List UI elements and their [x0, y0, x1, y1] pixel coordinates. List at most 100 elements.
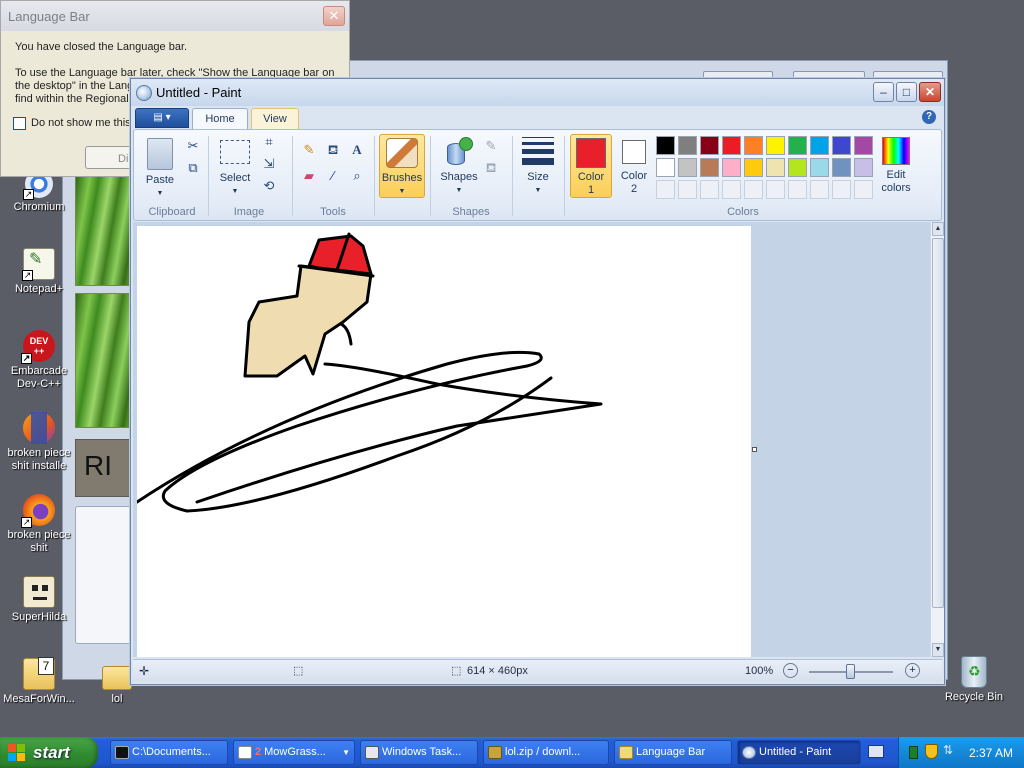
paint-titlebar[interactable]: Untitled - Paint – □ ✕ — [131, 79, 944, 106]
eraser-icon[interactable]: ▰ — [298, 166, 320, 186]
palette-swatch-empty[interactable] — [788, 180, 807, 199]
tab-view[interactable]: View — [251, 108, 299, 130]
scrollbar-thumb[interactable] — [932, 238, 944, 608]
help-icon[interactable]: ? — [922, 110, 936, 124]
color-picker-icon[interactable]: ⁄ — [322, 166, 344, 186]
zoom-slider-thumb[interactable] — [846, 664, 855, 679]
desktop-icon-recycle-bin[interactable]: ♻ Recycle Bin — [935, 656, 1013, 704]
select-button[interactable]: Select ▼ — [214, 134, 256, 198]
scroll-up-arrow-icon[interactable]: ▲ — [932, 222, 944, 236]
firefox-installer-icon — [23, 412, 55, 444]
scroll-down-arrow-icon[interactable]: ▼ — [932, 643, 944, 657]
palette-swatch-empty[interactable] — [810, 180, 829, 199]
copy-icon[interactable]: ⧉ — [182, 158, 204, 178]
canvas-resize-handle[interactable] — [752, 447, 757, 452]
background-panel — [75, 506, 135, 644]
close-button[interactable]: ✕ — [919, 82, 941, 102]
palette-swatch-empty[interactable] — [744, 180, 763, 199]
edit-colors-label: Edit — [886, 169, 906, 181]
crop-icon[interactable]: ⌗ — [258, 132, 280, 152]
folder-icon — [102, 666, 132, 690]
palette-swatch[interactable] — [700, 136, 719, 155]
palette-swatch-empty[interactable] — [854, 180, 873, 199]
desktop-icon-firefox-installer[interactable]: broken piece shit installe — [0, 412, 78, 473]
color2-swatch — [622, 140, 646, 164]
network-icon[interactable]: ⇅ — [943, 743, 953, 757]
grass-thumbnail[interactable] — [75, 293, 135, 428]
palette-swatch[interactable] — [766, 136, 785, 155]
zoom-slider[interactable] — [809, 664, 893, 679]
fill-icon[interactable]: ⛾ — [322, 140, 344, 160]
magnifier-icon[interactable]: ⌕ — [346, 166, 368, 186]
security-shield-icon[interactable] — [925, 744, 938, 759]
palette-swatch[interactable] — [678, 136, 697, 155]
cut-icon[interactable]: ✂ — [182, 136, 204, 156]
tab-home[interactable]: Home — [192, 108, 248, 130]
palette-swatch[interactable] — [678, 158, 697, 177]
zoom-in-icon[interactable]: + — [905, 663, 920, 678]
vertical-scrollbar[interactable]: ▲ ▼ — [930, 222, 944, 657]
palette-swatch-empty[interactable] — [656, 180, 675, 199]
zoom-out-icon[interactable]: − — [783, 663, 798, 678]
desktop-icon-firefox[interactable]: ↗ broken piece shit — [0, 494, 78, 555]
palette-swatch[interactable] — [722, 136, 741, 155]
drawing-canvas[interactable] — [135, 226, 751, 657]
palette-swatch-empty[interactable] — [832, 180, 851, 199]
group-colors-label: Colors — [727, 206, 759, 218]
palette-swatch-empty[interactable] — [678, 180, 697, 199]
size-button[interactable]: Size ▼ — [518, 134, 558, 198]
palette-swatch-empty[interactable] — [700, 180, 719, 199]
palette-swatch[interactable] — [656, 136, 675, 155]
palette-swatch[interactable] — [700, 158, 719, 177]
edit-colors-button[interactable]: Edit colors — [876, 134, 916, 198]
start-button[interactable]: start — [0, 737, 98, 768]
shortcut-arrow-icon: ↗ — [21, 353, 32, 364]
color1-button[interactable]: Color 1 — [570, 134, 612, 198]
do-not-show-checkbox[interactable] — [13, 117, 26, 130]
palette-swatch[interactable] — [810, 158, 829, 177]
desktop-icon-superhilda[interactable]: SuperHilda — [0, 576, 78, 624]
grass-thumbnail[interactable] — [75, 176, 135, 286]
palette-swatch[interactable] — [832, 136, 851, 155]
taskbar-item-mowgrass[interactable]: 2 MowGrass... ▼ — [233, 740, 355, 765]
taskbar-item-label: lol.zip / downl... — [505, 746, 581, 758]
text-icon[interactable]: A — [346, 140, 368, 160]
color2-button[interactable]: Color 2 — [614, 134, 654, 198]
minimize-button[interactable]: – — [873, 82, 894, 102]
palette-swatch[interactable] — [854, 136, 873, 155]
palette-swatch[interactable] — [854, 158, 873, 177]
palette-swatch[interactable] — [744, 136, 763, 155]
rotate-icon[interactable]: ⟲ — [258, 176, 280, 196]
palette-swatch[interactable] — [810, 136, 829, 155]
tray-app-icon[interactable] — [909, 746, 918, 759]
palette-swatch-empty[interactable] — [766, 180, 785, 199]
palette-swatch[interactable] — [722, 158, 741, 177]
palette-swatch[interactable] — [788, 136, 807, 155]
shapes-button[interactable]: Shapes ▼ — [436, 134, 482, 198]
paste-button[interactable]: Paste ▼ — [140, 134, 180, 198]
taskbar-item-task-manager[interactable]: Windows Task... — [360, 740, 478, 765]
pencil-icon[interactable]: ✎ — [298, 140, 320, 160]
fill-shape-icon[interactable]: ⛾ — [480, 158, 502, 178]
palette-swatch[interactable] — [744, 158, 763, 177]
taskbar-item-language-bar[interactable]: Language Bar — [614, 740, 732, 765]
palette-swatch[interactable] — [788, 158, 807, 177]
paint-menu-button[interactable]: ▤ ▾ — [135, 108, 189, 128]
taskbar-item-cmd[interactable]: C:\Documents... — [110, 740, 228, 765]
palette-swatch[interactable] — [832, 158, 851, 177]
resize-icon[interactable]: ⇲ — [258, 154, 280, 174]
keyboard-icon[interactable] — [868, 745, 884, 758]
desktop-icon-notepad-plus-plus[interactable]: ✎ ↗ Notepad+ — [0, 248, 78, 296]
desktop-icon-devcpp[interactable]: DEV ++ ↗ Embarcade Dev-C++ — [0, 330, 78, 391]
palette-swatch[interactable] — [656, 158, 675, 177]
desktop-icon-mesa[interactable]: 7 MesaForWin... — [0, 657, 78, 706]
taskbar-item-archive[interactable]: lol.zip / downl... — [483, 740, 609, 765]
maximize-button[interactable]: □ — [896, 82, 917, 102]
taskbar-item-paint[interactable]: Untitled - Paint — [737, 740, 861, 765]
paint-app-icon[interactable] — [136, 85, 152, 101]
palette-swatch-empty[interactable] — [722, 180, 741, 199]
language-bar-close-button[interactable]: ✕ — [323, 6, 345, 26]
palette-swatch[interactable] — [766, 158, 785, 177]
outline-icon[interactable]: ✎ — [480, 136, 502, 156]
brushes-button[interactable]: Brushes ▼ — [379, 134, 425, 198]
